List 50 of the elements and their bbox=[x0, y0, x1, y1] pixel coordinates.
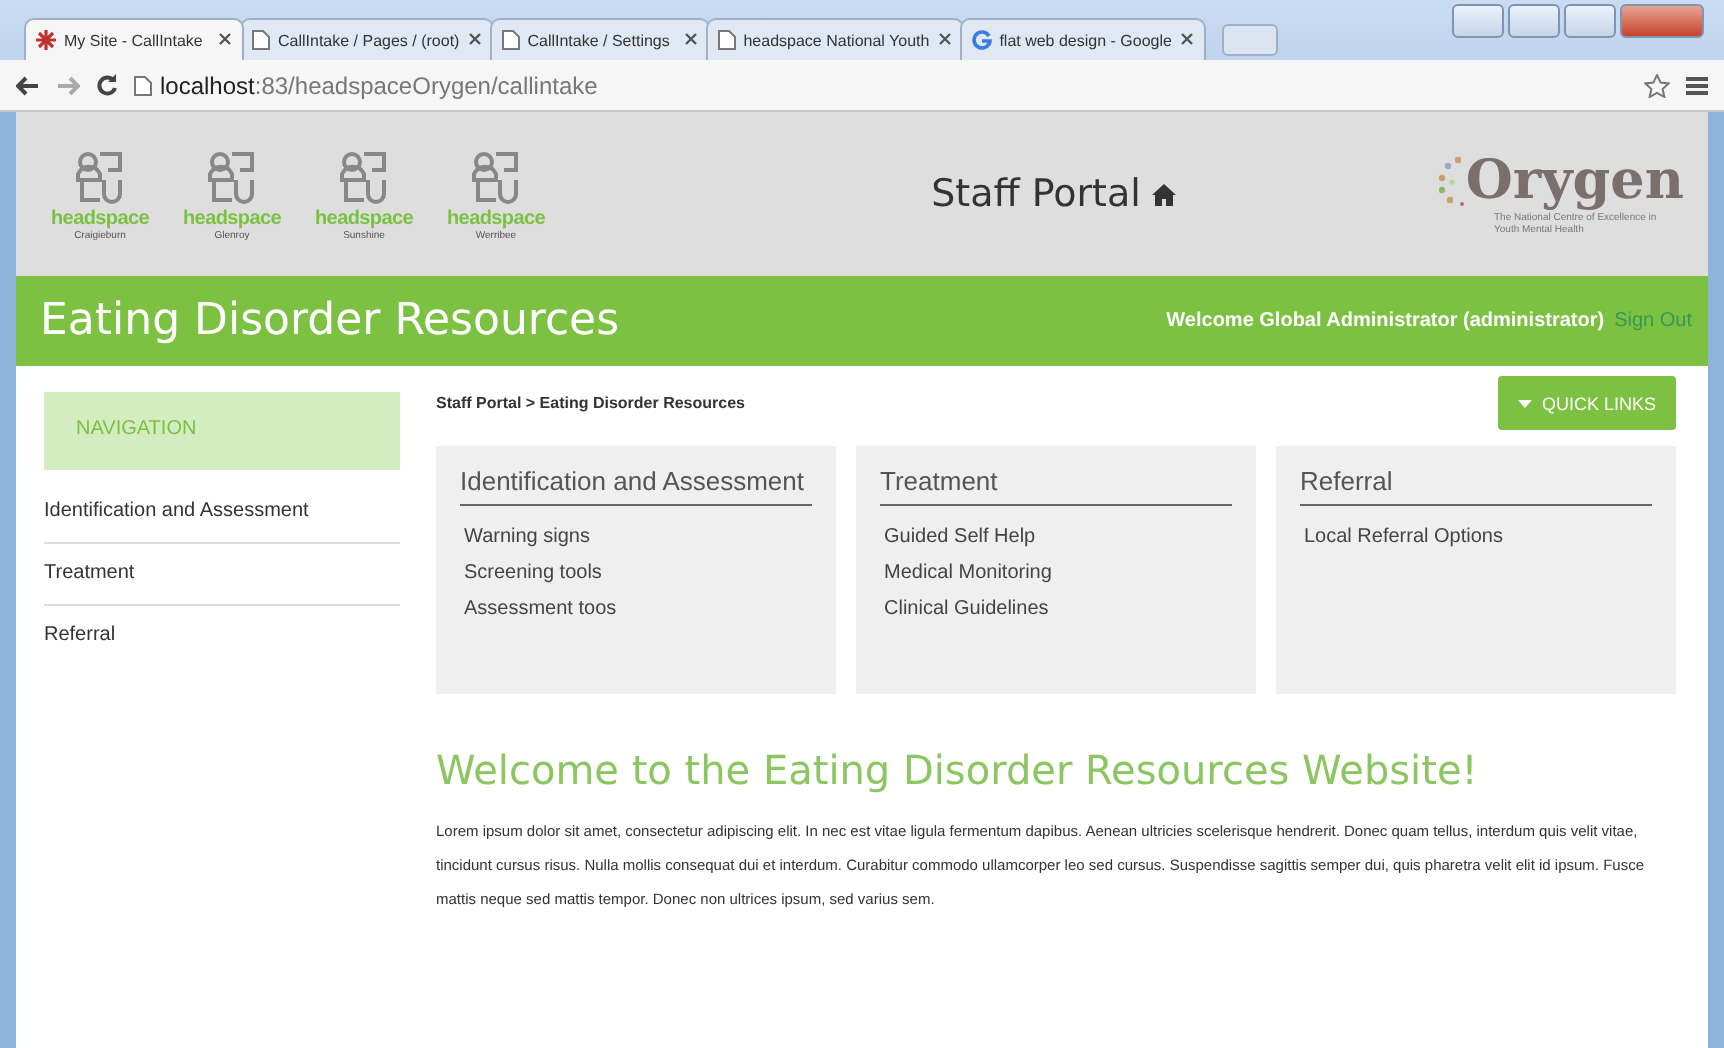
org-logo-text: Orygen bbox=[1465, 153, 1684, 207]
minimize-button[interactable] bbox=[1508, 4, 1560, 38]
page-icon bbox=[717, 30, 736, 50]
caret-icon bbox=[1517, 399, 1532, 407]
user-button[interactable] bbox=[1452, 4, 1504, 38]
star-icon[interactable] bbox=[1644, 73, 1670, 97]
welcome-text: Welcome Global Administrator (administrator) bbox=[1166, 310, 1605, 332]
page-icon bbox=[134, 75, 152, 95]
close-tab-icon[interactable] bbox=[467, 30, 482, 50]
resource-link[interactable]: Warning signs bbox=[464, 526, 590, 548]
brand-name: headspace bbox=[447, 207, 545, 229]
portal-title: Staff Portal bbox=[931, 172, 1141, 216]
resource-link[interactable]: Medical Monitoring bbox=[884, 562, 1052, 584]
nav-link[interactable]: Identification and Assessment bbox=[44, 482, 400, 544]
menu-icon[interactable] bbox=[1686, 75, 1708, 95]
welcome-heading: Welcome to the Eating Disorder Resources Website! bbox=[436, 746, 1480, 794]
card-title: Identification and Assessment bbox=[460, 462, 812, 506]
browser-tab[interactable]: flat web design - Google bbox=[959, 18, 1206, 60]
browser-tab[interactable]: CallIntake / Settings bbox=[489, 18, 710, 60]
nav-link[interactable]: Referral bbox=[44, 606, 400, 666]
browser-tab[interactable]: CallIntake / Pages / (root) bbox=[240, 18, 494, 60]
reload-icon[interactable] bbox=[96, 74, 118, 96]
nav-link[interactable]: Treatment bbox=[44, 544, 400, 606]
page-icon bbox=[501, 30, 520, 50]
maximize-button[interactable] bbox=[1564, 4, 1616, 38]
card-title: Treatment bbox=[880, 462, 1232, 506]
site-favicon-icon bbox=[36, 30, 56, 50]
google-icon bbox=[971, 30, 992, 50]
brand-name: headspace bbox=[315, 207, 413, 229]
navigation-heading: NAVIGATION bbox=[44, 392, 400, 470]
close-tab-icon[interactable] bbox=[1179, 30, 1194, 50]
back-icon[interactable] bbox=[16, 75, 40, 95]
close-tab-icon[interactable] bbox=[937, 30, 952, 50]
close-tab-icon[interactable] bbox=[683, 30, 698, 50]
page-title: Eating Disorder Resources bbox=[40, 296, 622, 346]
card-title: Referral bbox=[1300, 462, 1652, 506]
resource-link[interactable]: Clinical Guidelines bbox=[884, 598, 1049, 620]
brand-name: headspace bbox=[51, 207, 149, 229]
brand-name: headspace bbox=[183, 207, 281, 229]
resource-link[interactable]: Assessment toos bbox=[464, 598, 617, 620]
breadcrumb: Staff Portal > Eating Disorder Resources bbox=[436, 394, 745, 412]
close-tab-icon[interactable] bbox=[218, 30, 232, 50]
dotted-ring-icon bbox=[1437, 154, 1466, 206]
browser-tab[interactable]: My Site - CallIntake bbox=[24, 18, 244, 60]
resource-link[interactable]: Guided Self Help bbox=[884, 526, 1036, 548]
page-icon bbox=[252, 30, 270, 50]
browser-tab[interactable]: headspace National Youth bbox=[705, 18, 964, 60]
resource-link[interactable]: Local Referral Options bbox=[1304, 526, 1503, 548]
resource-link[interactable]: Screening tools bbox=[464, 562, 602, 584]
home-icon[interactable] bbox=[1152, 183, 1177, 205]
